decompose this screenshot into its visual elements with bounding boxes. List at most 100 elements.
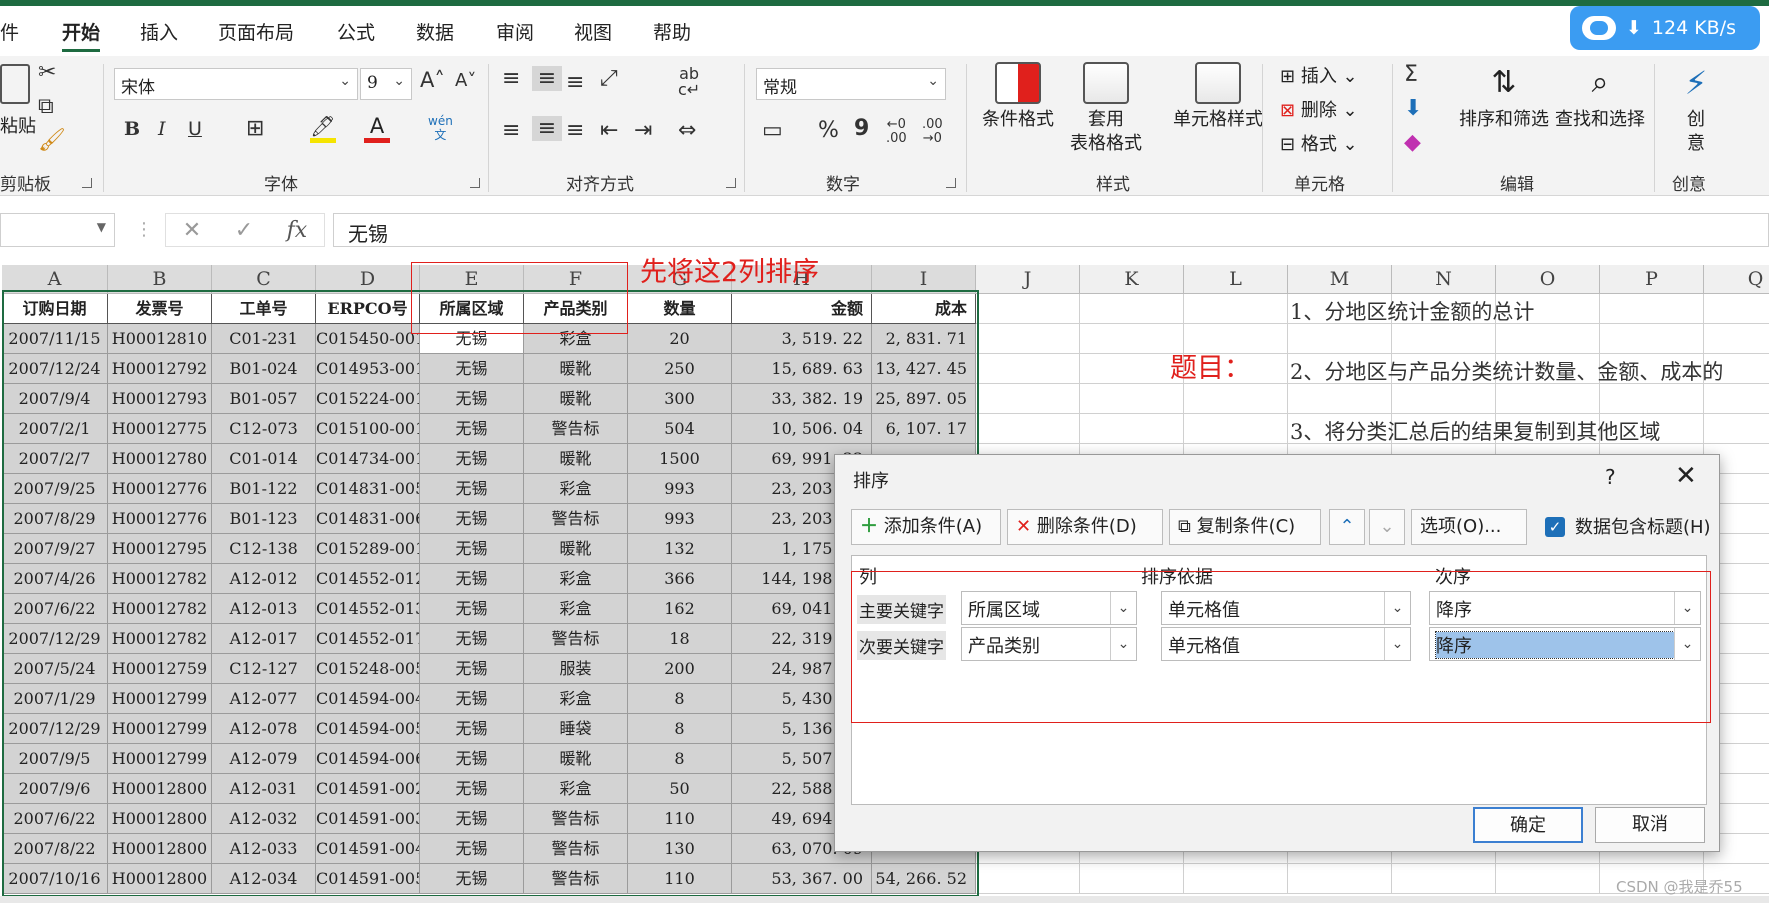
cell[interactable]: 18 (628, 624, 732, 654)
confirm-entry-icon[interactable]: ✓ (235, 218, 253, 243)
cell[interactable]: 暖靴 (524, 744, 628, 774)
cell[interactable]: C014831-006 (316, 504, 420, 534)
cell[interactable]: H00012776 (108, 474, 212, 504)
cell[interactable]: 53, 367. 00 (732, 864, 872, 894)
cell[interactable] (1496, 384, 1600, 414)
currency-icon[interactable]: ▭ (762, 118, 783, 143)
cell[interactable]: 彩盒 (524, 684, 628, 714)
cell[interactable]: 2007/11/15 (2, 324, 108, 354)
cell[interactable]: C014594-004 (316, 684, 420, 714)
cell[interactable] (1600, 324, 1704, 354)
cell[interactable] (1184, 294, 1288, 324)
align-left-icon[interactable]: ≡ (502, 118, 520, 143)
cell[interactable]: 2007/9/27 (2, 534, 108, 564)
cell[interactable] (1392, 384, 1496, 414)
ok-button[interactable]: 确定 (1473, 807, 1583, 843)
cell[interactable]: 睡袋 (524, 714, 628, 744)
cell[interactable]: 15, 689. 63 (732, 354, 872, 384)
cell[interactable]: C014552-013 (316, 594, 420, 624)
cell[interactable]: 504 (628, 414, 732, 444)
cell[interactable]: 无锡 (420, 864, 524, 894)
column-header[interactable]: C (212, 265, 316, 294)
column-header[interactable]: L (1184, 265, 1288, 294)
network-speed-badge[interactable]: ⬇ 124 KB/s (1570, 6, 1760, 50)
column-header[interactable]: P (1600, 265, 1704, 294)
cell[interactable] (1080, 324, 1184, 354)
formula-input[interactable]: 无锡 (333, 213, 1769, 247)
cell[interactable]: 993 (628, 474, 732, 504)
help-icon[interactable]: ? (1605, 465, 1616, 489)
cell[interactable]: 服装 (524, 654, 628, 684)
cell[interactable]: 发票号 (108, 294, 212, 324)
cell[interactable]: H00012782 (108, 594, 212, 624)
autosum-icon[interactable]: Σ (1404, 62, 1418, 87)
cell[interactable] (976, 864, 1080, 894)
cell[interactable]: A12-031 (212, 774, 316, 804)
cell[interactable]: 彩盒 (524, 594, 628, 624)
decrease-indent-icon[interactable]: ⇤ (600, 118, 618, 143)
align-middle-icon[interactable]: ≡ (532, 66, 562, 91)
cell[interactable]: 2007/12/29 (2, 714, 108, 744)
cell[interactable] (976, 324, 1080, 354)
cell[interactable]: C014591-003 (316, 804, 420, 834)
cell[interactable]: 无锡 (420, 834, 524, 864)
cell[interactable]: C014591-005 (316, 864, 420, 894)
percent-button[interactable]: % (818, 118, 839, 143)
cancel-entry-icon[interactable]: ✕ (183, 218, 201, 243)
align-center-icon[interactable]: ≡ (532, 116, 562, 141)
cell[interactable]: A12-079 (212, 744, 316, 774)
cell[interactable]: H00012799 (108, 684, 212, 714)
creativity-button[interactable]: ⚡ 创意 (1666, 62, 1726, 156)
fill-color-icon[interactable]: 🖊 (310, 114, 336, 143)
cell[interactable]: 暖靴 (524, 444, 628, 474)
copy-level-button[interactable]: ⧉ 复制条件(C) (1169, 509, 1321, 545)
cell[interactable]: 警告标 (524, 414, 628, 444)
cell[interactable]: A12-078 (212, 714, 316, 744)
cell[interactable]: 2007/6/22 (2, 594, 108, 624)
cell[interactable]: H00012800 (108, 774, 212, 804)
add-level-button[interactable]: ＋ 添加条件(A) (851, 509, 1001, 545)
cell[interactable]: 162 (628, 594, 732, 624)
font-name-select[interactable]: 宋体 ⌄ (114, 68, 358, 100)
tab-review[interactable]: 审阅 (496, 18, 534, 45)
cell[interactable]: 25, 897. 05 (872, 384, 976, 414)
cell[interactable]: C015224-001 (316, 384, 420, 414)
cell[interactable] (1080, 414, 1184, 444)
cell[interactable]: 2007/1/29 (2, 684, 108, 714)
increase-decimal-icon[interactable]: ←0.00 (886, 118, 907, 146)
paste-icon[interactable] (0, 64, 30, 104)
cell[interactable]: 300 (628, 384, 732, 414)
cell[interactable]: C014831-005 (316, 474, 420, 504)
cell[interactable]: C01-231 (212, 324, 316, 354)
cell[interactable]: 警告标 (524, 804, 628, 834)
cell[interactable] (976, 384, 1080, 414)
cell[interactable]: C014591-002 (316, 774, 420, 804)
cell[interactable]: 8 (628, 714, 732, 744)
cell[interactable]: 50 (628, 774, 732, 804)
cell[interactable]: 1500 (628, 444, 732, 474)
cell[interactable]: H00012792 (108, 354, 212, 384)
cell[interactable]: 200 (628, 654, 732, 684)
column-header[interactable]: D (316, 265, 420, 294)
cell[interactable]: H00012800 (108, 834, 212, 864)
has-header-checkbox[interactable]: ✓ (1545, 517, 1565, 537)
cell[interactable]: 无锡 (420, 564, 524, 594)
cell[interactable]: C014594-005 (316, 714, 420, 744)
cell[interactable]: 2007/9/4 (2, 384, 108, 414)
cell[interactable]: 彩盒 (524, 774, 628, 804)
column-header[interactable]: A (2, 265, 108, 294)
cell[interactable]: 130 (628, 834, 732, 864)
orientation-icon[interactable]: ⤢ (600, 66, 618, 91)
increase-indent-icon[interactable]: ⇥ (634, 118, 652, 143)
cell[interactable]: 2007/9/6 (2, 774, 108, 804)
cell[interactable]: 警告标 (524, 864, 628, 894)
cell[interactable] (976, 414, 1080, 444)
cell[interactable]: 无锡 (420, 774, 524, 804)
cell[interactable]: C014734-001 (316, 444, 420, 474)
cell[interactable]: 33, 382. 19 (732, 384, 872, 414)
wrap-text-icon[interactable]: ab c↵ (678, 66, 700, 98)
cell[interactable]: 无锡 (420, 624, 524, 654)
cell[interactable]: 2007/10/16 (2, 864, 108, 894)
sort-filter-button[interactable]: ⇅ 排序和筛选 (1456, 62, 1552, 132)
cell[interactable]: H00012782 (108, 564, 212, 594)
